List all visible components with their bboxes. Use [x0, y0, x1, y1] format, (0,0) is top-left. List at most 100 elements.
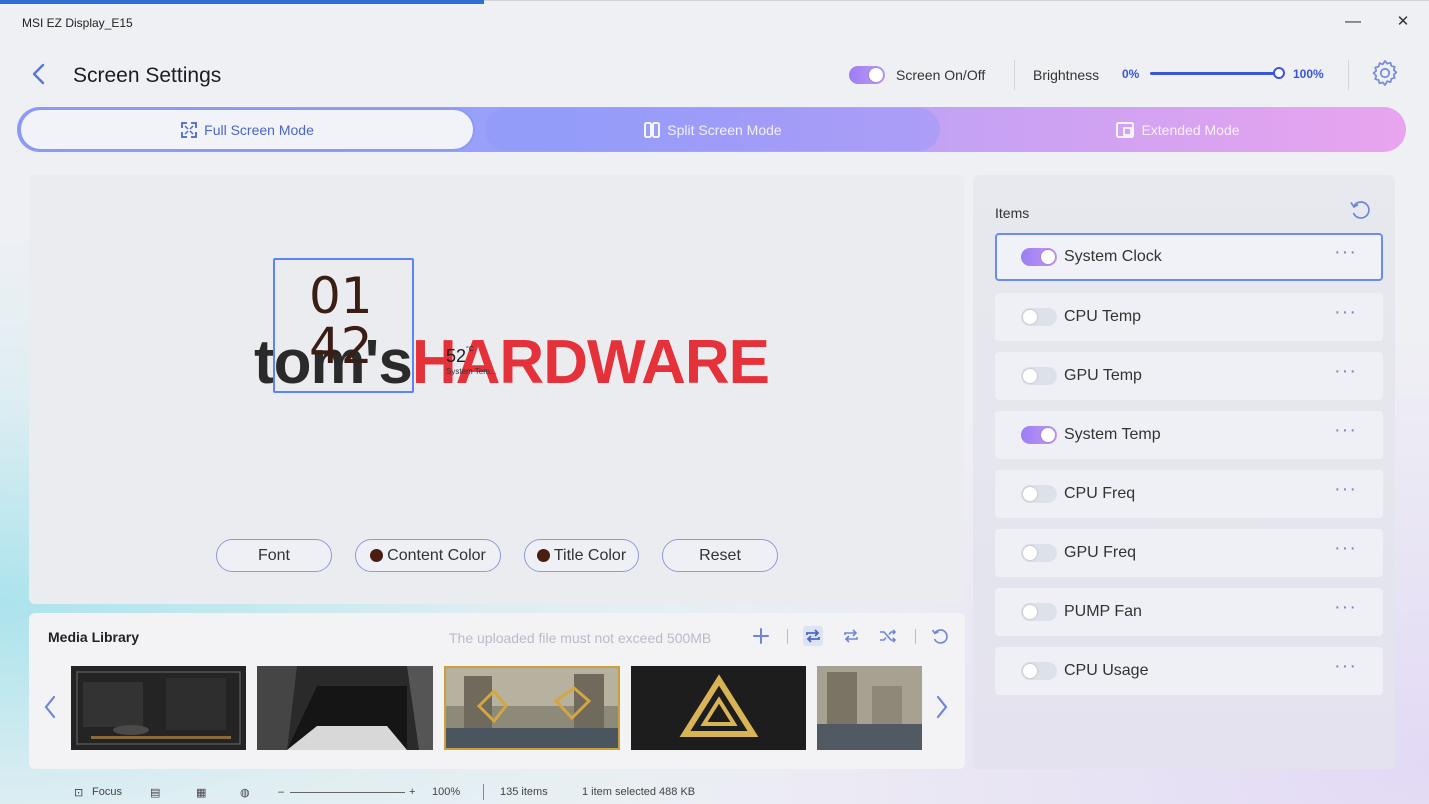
- add-icon[interactable]: [751, 626, 771, 646]
- temp-unit: °C: [466, 346, 474, 353]
- item-label: GPU Temp: [1064, 367, 1142, 384]
- page-title: Screen Settings: [73, 64, 222, 87]
- tab-split-screen-mode[interactable]: Split Screen Mode: [485, 108, 940, 151]
- title-color-swatch: [536, 549, 550, 562]
- tab-full-screen-label: Full Screen Mode: [204, 121, 314, 138]
- item-row-pump-fan[interactable]: PUMP Fan ···: [995, 588, 1383, 636]
- temp-value: 52: [446, 346, 467, 366]
- gear-icon[interactable]: [1370, 58, 1400, 88]
- zoom-out-icon[interactable]: –: [278, 786, 284, 798]
- split-screen-icon: [644, 121, 661, 138]
- system-temp-widget[interactable]: 52°C: [446, 346, 474, 367]
- item-row-system-temp[interactable]: System Temp ···: [995, 411, 1383, 459]
- divider: [1348, 60, 1349, 90]
- brightness-max-label: 100%: [1293, 67, 1324, 81]
- content-color-label: Content Color: [387, 546, 486, 564]
- item-toggle[interactable]: [1021, 603, 1057, 621]
- item-toggle[interactable]: [1021, 662, 1057, 680]
- zoom-in-icon[interactable]: +: [409, 786, 415, 798]
- media-next-arrow-icon[interactable]: [935, 694, 949, 720]
- item-toggle[interactable]: [1021, 367, 1057, 385]
- media-prev-arrow-icon[interactable]: [43, 694, 57, 720]
- tab-extended-label: Extended Mode: [1141, 121, 1240, 138]
- media-thumbnail[interactable]: [817, 666, 922, 750]
- brightness-label: Brightness: [1033, 67, 1100, 83]
- item-row-gpu-temp[interactable]: GPU Temp ···: [995, 352, 1383, 400]
- media-thumbnail[interactable]: [444, 666, 620, 750]
- item-toggle[interactable]: [1021, 248, 1057, 266]
- repeat-one-icon[interactable]: [803, 626, 823, 646]
- tab-extended-mode[interactable]: Extended Mode: [950, 108, 1405, 151]
- more-options-icon[interactable]: ···: [1334, 241, 1357, 264]
- brightness-slider-thumb[interactable]: [1273, 67, 1285, 79]
- window-top-border: [484, 0, 1429, 1]
- item-toggle[interactable]: [1021, 426, 1057, 444]
- undo-icon[interactable]: [930, 626, 950, 646]
- font-button-label: Font: [257, 546, 290, 564]
- clock-widget-selection[interactable]: [273, 258, 414, 393]
- divider: [1014, 60, 1015, 90]
- reset-button[interactable]: Reset: [662, 539, 778, 572]
- item-row-gpu-freq[interactable]: GPU Freq ···: [995, 529, 1383, 577]
- more-options-icon[interactable]: ···: [1334, 301, 1357, 324]
- upload-size-note: The uploaded file must not exceed 500MB: [449, 630, 712, 646]
- title-color-button[interactable]: Title Color: [524, 539, 639, 572]
- back-arrow-icon[interactable]: [30, 62, 48, 86]
- reset-button-label: Reset: [699, 546, 741, 564]
- item-label: PUMP Fan: [1064, 603, 1142, 620]
- item-row-system-clock[interactable]: System Clock ···: [995, 233, 1383, 281]
- title-color-label: Title Color: [553, 546, 627, 564]
- media-thumbnail[interactable]: [631, 666, 806, 750]
- more-options-icon[interactable]: ···: [1334, 478, 1357, 501]
- more-options-icon[interactable]: ···: [1334, 596, 1357, 619]
- zoom-level: 100%: [432, 786, 461, 798]
- repeat-icon[interactable]: [841, 626, 861, 646]
- close-button[interactable]: ✕: [1391, 10, 1415, 34]
- screen-onoff-toggle[interactable]: [849, 66, 885, 84]
- media-thumbnail[interactable]: [71, 666, 246, 750]
- shuffle-icon[interactable]: [878, 626, 898, 646]
- web-layout-icon[interactable]: ◍: [240, 786, 250, 799]
- items-count: 135 items: [500, 786, 548, 798]
- item-row-cpu-usage[interactable]: CPU Usage ···: [995, 647, 1383, 695]
- content-color-button[interactable]: Content Color: [355, 539, 501, 572]
- fullscreen-icon: [181, 121, 198, 138]
- media-library-title: Media Library: [48, 629, 140, 645]
- selection-info: 1 item selected 488 KB: [582, 786, 696, 798]
- more-options-icon[interactable]: ···: [1334, 655, 1357, 678]
- more-options-icon[interactable]: ···: [1334, 537, 1357, 560]
- brightness-min-label: 0%: [1122, 67, 1140, 81]
- item-label: CPU Temp: [1064, 308, 1142, 325]
- divider: [483, 784, 484, 800]
- divider: [915, 629, 916, 644]
- print-layout-icon[interactable]: ▦: [196, 786, 206, 799]
- temp-title: System Tem...: [446, 367, 497, 376]
- background-status-bar: ⊡ Focus ▤ ▦ ◍ – + 100% 135 items 1 item …: [0, 782, 1429, 804]
- item-row-cpu-freq[interactable]: CPU Freq ···: [995, 470, 1383, 518]
- font-button[interactable]: Font: [216, 539, 332, 572]
- item-row-cpu-temp[interactable]: CPU Temp ···: [995, 293, 1383, 341]
- zoom-slider[interactable]: [290, 792, 405, 793]
- media-thumbnail[interactable]: [257, 666, 433, 750]
- more-options-icon[interactable]: ···: [1334, 360, 1357, 383]
- item-label: System Clock: [1064, 248, 1162, 265]
- item-label: System Temp: [1064, 426, 1161, 443]
- more-options-icon[interactable]: ···: [1334, 419, 1357, 442]
- extended-mode-icon: [1116, 121, 1135, 138]
- window-title: MSI EZ Display_E15: [22, 16, 133, 30]
- tab-split-screen-label: Split Screen Mode: [667, 121, 782, 138]
- reset-items-icon[interactable]: [1348, 198, 1372, 222]
- item-toggle[interactable]: [1021, 485, 1057, 503]
- focus-icon[interactable]: ⊡: [74, 786, 83, 799]
- focus-label: Focus: [92, 786, 122, 798]
- read-mode-icon[interactable]: ▤: [150, 786, 160, 799]
- brightness-slider-track[interactable]: [1150, 72, 1280, 75]
- tab-full-screen-mode[interactable]: Full Screen Mode: [19, 108, 475, 151]
- item-toggle[interactable]: [1021, 308, 1057, 326]
- item-label: CPU Freq: [1064, 485, 1136, 502]
- window-progress-bar: [0, 0, 484, 4]
- item-toggle[interactable]: [1021, 544, 1057, 562]
- items-title: Items: [995, 205, 1030, 221]
- minimize-button[interactable]: —: [1341, 10, 1365, 34]
- screen-onoff-label: Screen On/Off: [896, 67, 986, 83]
